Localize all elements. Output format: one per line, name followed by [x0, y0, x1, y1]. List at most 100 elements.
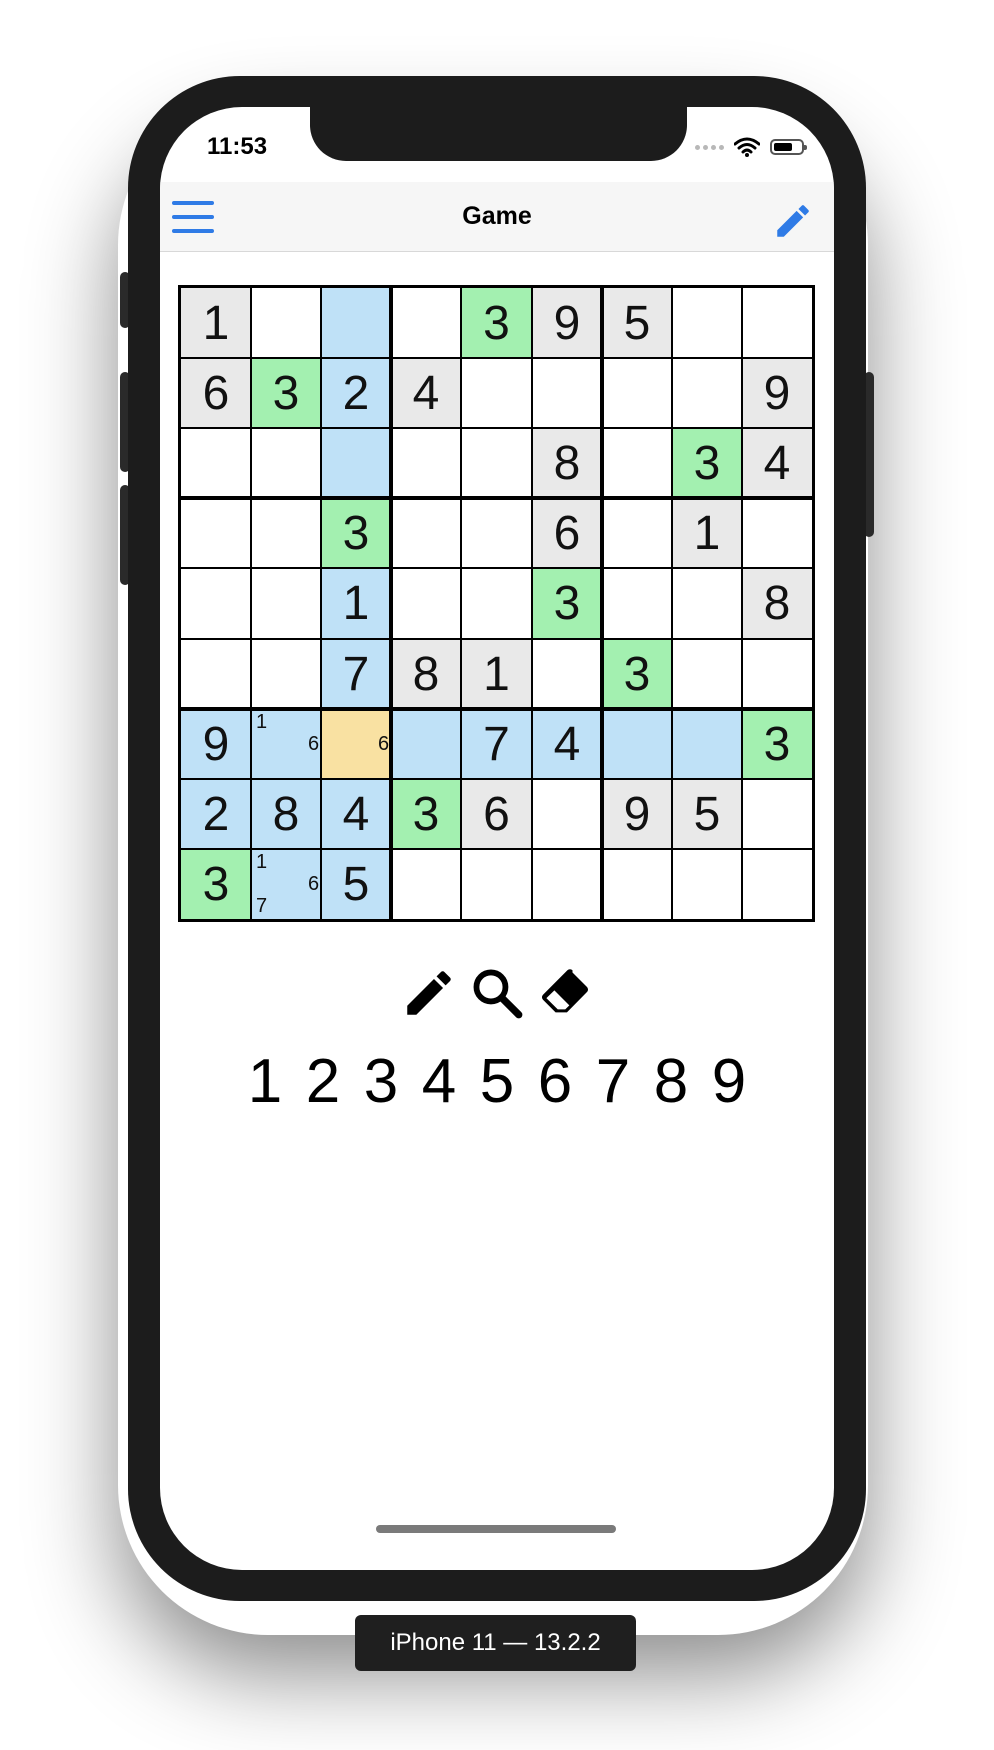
sudoku-cell[interactable]: [321, 428, 391, 498]
number-pad: 123456789: [160, 1047, 834, 1117]
sudoku-cell[interactable]: [391, 709, 461, 779]
sudoku-cell[interactable]: [672, 358, 742, 428]
sudoku-cell[interactable]: [672, 639, 742, 709]
number-button-2[interactable]: 2: [305, 1047, 342, 1117]
sudoku-cell[interactable]: 4: [321, 779, 391, 849]
sudoku-cell[interactable]: 9: [532, 288, 602, 358]
sudoku-cell[interactable]: [461, 428, 532, 498]
box-divider: [181, 707, 812, 711]
sudoku-cell[interactable]: [742, 498, 812, 568]
home-indicator[interactable]: [376, 1525, 616, 1533]
sudoku-cell[interactable]: 4: [391, 358, 461, 428]
sudoku-cell[interactable]: [602, 709, 672, 779]
pencil-icon[interactable]: [400, 964, 458, 1022]
cell-divider: [181, 357, 812, 359]
sudoku-cell[interactable]: [602, 358, 672, 428]
sudoku-cell[interactable]: 3: [181, 849, 251, 919]
eraser-icon[interactable]: [536, 964, 594, 1022]
cell-divider: [320, 288, 322, 919]
sudoku-cell[interactable]: [742, 779, 812, 849]
box-divider: [600, 288, 604, 919]
sudoku-cell[interactable]: [251, 498, 321, 568]
sudoku-cell[interactable]: 9: [602, 779, 672, 849]
sudoku-cell[interactable]: 9: [181, 709, 251, 779]
sudoku-cell[interactable]: 1: [321, 568, 391, 639]
sudoku-cell[interactable]: [742, 639, 812, 709]
sudoku-cell[interactable]: [251, 288, 321, 358]
number-button-7[interactable]: 7: [595, 1047, 632, 1117]
sudoku-cell[interactable]: 8: [251, 779, 321, 849]
sudoku-cell[interactable]: 6: [532, 498, 602, 568]
sudoku-cell[interactable]: [461, 849, 532, 919]
sudoku-cell[interactable]: 3: [461, 288, 532, 358]
sudoku-cell[interactable]: [181, 498, 251, 568]
sudoku-cell[interactable]: 2: [181, 779, 251, 849]
sudoku-cell[interactable]: [181, 639, 251, 709]
sudoku-cell[interactable]: 3: [391, 779, 461, 849]
sudoku-cell[interactable]: 1: [181, 288, 251, 358]
sudoku-cell[interactable]: [672, 568, 742, 639]
sudoku-cell[interactable]: 1: [672, 498, 742, 568]
sudoku-cell[interactable]: 3: [742, 709, 812, 779]
sudoku-cell[interactable]: 5: [672, 779, 742, 849]
number-button-6[interactable]: 6: [537, 1047, 574, 1117]
sudoku-cell[interactable]: [672, 709, 742, 779]
screen: 11:53 Game 13956324983436113878139743284…: [160, 107, 834, 1570]
number-button-1[interactable]: 1: [247, 1047, 284, 1117]
sudoku-cell[interactable]: [532, 358, 602, 428]
sudoku-cell[interactable]: 7: [321, 639, 391, 709]
sudoku-cell[interactable]: [602, 428, 672, 498]
sudoku-cell[interactable]: 2: [321, 358, 391, 428]
sudoku-cell[interactable]: [181, 568, 251, 639]
sudoku-cell[interactable]: [391, 849, 461, 919]
sudoku-cell[interactable]: 5: [602, 288, 672, 358]
sudoku-cell[interactable]: 7: [461, 709, 532, 779]
sudoku-cell[interactable]: 6: [461, 779, 532, 849]
magnifier-icon[interactable]: [468, 964, 526, 1022]
sudoku-cell[interactable]: 1: [461, 639, 532, 709]
sudoku-cell[interactable]: [532, 849, 602, 919]
sudoku-cell[interactable]: [251, 428, 321, 498]
sudoku-cell[interactable]: [321, 288, 391, 358]
sudoku-cell[interactable]: [532, 639, 602, 709]
number-button-5[interactable]: 5: [479, 1047, 516, 1117]
sudoku-cell[interactable]: [181, 428, 251, 498]
sudoku-cell[interactable]: [391, 288, 461, 358]
sudoku-cell[interactable]: 5: [321, 849, 391, 919]
sudoku-cell[interactable]: 8: [532, 428, 602, 498]
sudoku-cell[interactable]: 3: [672, 428, 742, 498]
sudoku-cell[interactable]: [742, 849, 812, 919]
sudoku-cell[interactable]: [602, 498, 672, 568]
edit-pencil-icon[interactable]: [772, 200, 814, 242]
sudoku-cell[interactable]: [672, 288, 742, 358]
sudoku-cell[interactable]: [391, 428, 461, 498]
sudoku-cell[interactable]: [461, 568, 532, 639]
hamburger-menu-icon[interactable]: [172, 201, 214, 233]
number-button-8[interactable]: 8: [653, 1047, 690, 1117]
cell-divider: [531, 288, 533, 919]
number-button-4[interactable]: 4: [421, 1047, 458, 1117]
sudoku-cell[interactable]: 8: [391, 639, 461, 709]
sudoku-cell[interactable]: 3: [251, 358, 321, 428]
sudoku-cell[interactable]: [672, 849, 742, 919]
sudoku-cell[interactable]: 3: [602, 639, 672, 709]
sudoku-cell[interactable]: [391, 498, 461, 568]
sudoku-cell[interactable]: [742, 288, 812, 358]
sudoku-cell[interactable]: [602, 568, 672, 639]
sudoku-cell[interactable]: [532, 779, 602, 849]
sudoku-cell[interactable]: 3: [321, 498, 391, 568]
number-button-3[interactable]: 3: [363, 1047, 400, 1117]
number-button-9[interactable]: 9: [711, 1047, 748, 1117]
sudoku-cell[interactable]: 4: [532, 709, 602, 779]
sudoku-cell[interactable]: 3: [532, 568, 602, 639]
sudoku-cell[interactable]: [602, 849, 672, 919]
sudoku-cell[interactable]: 9: [742, 358, 812, 428]
sudoku-cell[interactable]: [461, 498, 532, 568]
sudoku-cell[interactable]: [251, 568, 321, 639]
sudoku-cell[interactable]: 8: [742, 568, 812, 639]
sudoku-cell[interactable]: [391, 568, 461, 639]
sudoku-cell[interactable]: [461, 358, 532, 428]
sudoku-cell[interactable]: [251, 639, 321, 709]
sudoku-cell[interactable]: 4: [742, 428, 812, 498]
sudoku-cell[interactable]: 6: [181, 358, 251, 428]
